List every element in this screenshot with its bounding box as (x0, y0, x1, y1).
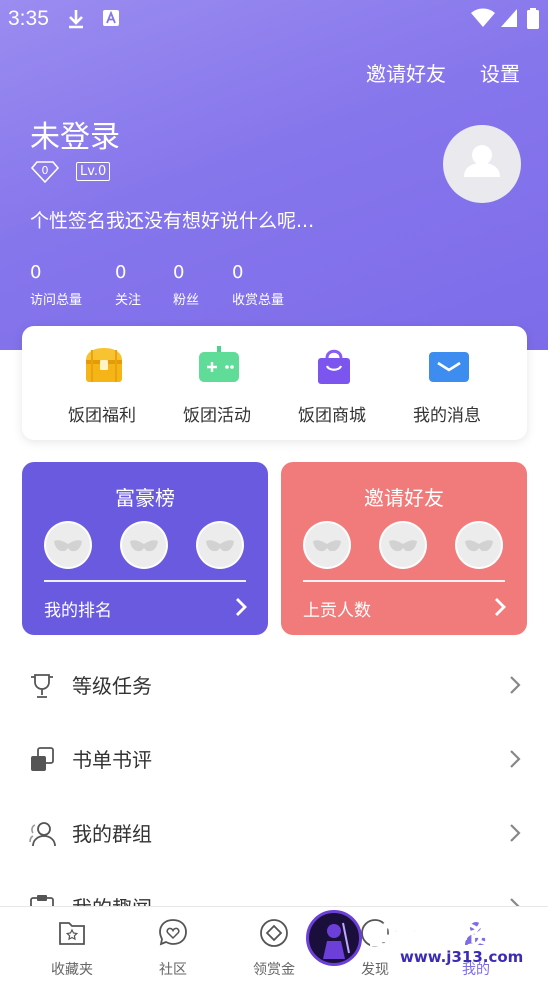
mask-avatar-icon (196, 521, 244, 569)
battery-icon (526, 8, 540, 34)
wifi-icon (470, 8, 496, 32)
mask-avatar-icon (455, 521, 503, 569)
stat-following[interactable]: 0 关注 (115, 262, 141, 308)
envelope-icon (429, 352, 469, 382)
chevron-right-icon (510, 750, 521, 768)
treasure-chest-icon (86, 348, 122, 382)
tab-label: 收藏夹 (51, 962, 93, 978)
heart-chat-icon (159, 919, 187, 946)
watermark: 基伞手游资源网 www.j313.com (306, 910, 548, 972)
quick-action-welfare[interactable]: 饭团福利 (42, 326, 162, 440)
stat-label: 关注 (115, 293, 142, 308)
menu-item-my-groups[interactable]: 我的群组 (0, 796, 548, 870)
status-bar: 3:35 (0, 0, 548, 38)
signature-text[interactable]: 个性签名我还没有想好说什么呢... (30, 206, 314, 233)
gem-count: 0 (41, 164, 49, 177)
default-user-icon (464, 145, 500, 177)
menu-item-label: 书单书评 (72, 748, 152, 772)
gem-badge: 0 (30, 160, 60, 184)
rank-card-title: 富豪榜 (115, 486, 175, 510)
watermark-title: 基伞手游资源网 (368, 922, 543, 951)
quick-action-messages[interactable]: 我的消息 (387, 326, 507, 440)
quick-action-activity[interactable]: 饭团活动 (157, 326, 277, 440)
quick-action-label: 饭团商城 (298, 406, 366, 426)
rank-card-footer: 我的排名 (44, 601, 112, 621)
stat-value: 0 (30, 262, 42, 283)
group-icon (29, 822, 56, 847)
mask-avatar-icon (379, 521, 427, 569)
rank-card-title: 邀请好友 (364, 486, 444, 510)
trophy-icon (31, 674, 53, 698)
stacked-squares-icon (31, 747, 54, 771)
rank-card-footer: 上贡人数 (303, 601, 371, 621)
download-icon (66, 8, 86, 34)
stat-followers[interactable]: 0 粉丝 (173, 262, 199, 308)
menu-item-level-tasks[interactable]: 等级任务 (0, 648, 548, 722)
mask-avatar-icon (120, 521, 168, 569)
ninja-logo-icon (323, 922, 350, 959)
invite-friends-card[interactable]: 邀请好友 上贡人数 (281, 462, 527, 635)
quick-actions-card: 饭团福利 饭团活动 饭团商城 我的消息 (22, 326, 527, 440)
status-time: 3:35 (8, 7, 49, 30)
watermark-url: www.j313.com (400, 948, 524, 966)
stat-visits[interactable]: 0 访问总量 (30, 262, 82, 308)
rank-card-divider (303, 580, 505, 582)
tab-favorites[interactable]: 收藏夹 (24, 907, 120, 982)
favorites-icon (59, 922, 85, 945)
quick-action-label: 饭团福利 (68, 406, 136, 426)
level-badge: Lv.0 (76, 162, 111, 181)
username[interactable]: 未登录 (30, 112, 120, 156)
shopping-bag-icon (318, 349, 350, 384)
diamond-coin-icon (260, 919, 288, 947)
rich-list-card[interactable]: 富豪榜 我的排名 (22, 462, 268, 635)
stat-label: 粉丝 (173, 293, 200, 308)
menu-item-label: 我的群组 (72, 822, 152, 846)
tab-label: 社区 (159, 962, 187, 978)
menu-item-label: 等级任务 (72, 674, 152, 698)
stat-value: 0 (232, 262, 244, 283)
rank-card-divider (44, 580, 246, 582)
gamepad-icon (199, 346, 239, 382)
stat-value: 0 (115, 262, 127, 283)
quick-action-label: 我的消息 (413, 406, 481, 426)
invite-friends-link[interactable]: 邀请好友 (366, 58, 446, 87)
avatar[interactable] (443, 125, 521, 203)
menu-item-book-reviews[interactable]: 书单书评 (0, 722, 548, 796)
mask-avatar-icon (44, 521, 92, 569)
chevron-right-icon (510, 824, 521, 842)
stat-rewards[interactable]: 0 收赏总量 (232, 262, 284, 308)
quick-action-mall[interactable]: 饭团商城 (272, 326, 392, 440)
mask-avatar-icon (303, 521, 351, 569)
stat-label: 收赏总量 (232, 293, 285, 308)
tab-community[interactable]: 社区 (125, 907, 221, 982)
signal-icon (500, 8, 518, 32)
quick-action-label: 饭团活动 (183, 406, 251, 426)
app-notification-icon (102, 8, 120, 32)
stat-label: 访问总量 (30, 293, 83, 308)
chevron-right-icon (495, 598, 506, 616)
chevron-right-icon (510, 676, 521, 694)
chevron-right-icon (236, 598, 247, 616)
watermark-logo (306, 910, 362, 966)
stat-value: 0 (173, 262, 185, 283)
settings-link[interactable]: 设置 (480, 58, 520, 87)
